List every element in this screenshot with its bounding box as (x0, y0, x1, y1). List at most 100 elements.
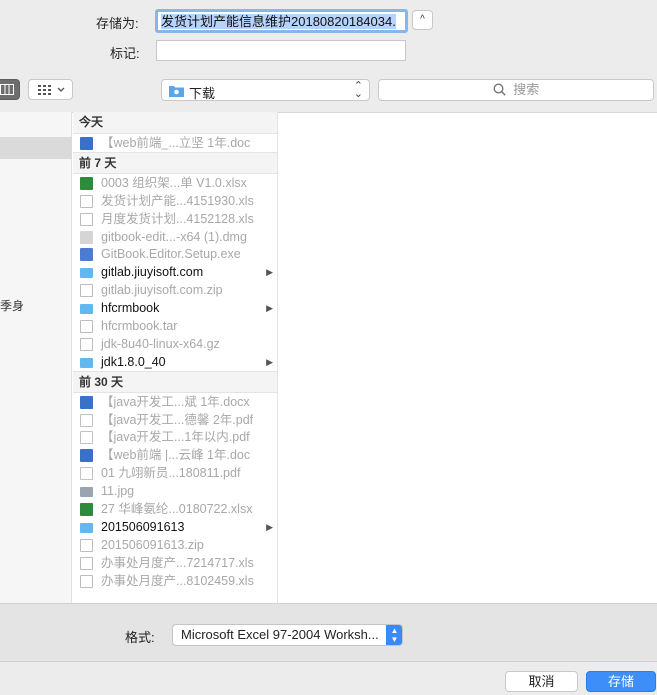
search-icon (493, 83, 506, 96)
file-icon (80, 194, 93, 208)
file-name: 【web前端_...立坚 1年.doc (101, 136, 251, 150)
column-view-icon (0, 84, 14, 95)
pdf-icon (80, 467, 93, 481)
group-header: 前 30 天 (73, 370, 277, 393)
disclosure-arrow-icon: ▶ (266, 303, 273, 314)
cancel-button[interactable]: 取消 (505, 671, 578, 692)
file-row[interactable]: 11.jpg (73, 482, 277, 500)
file-row[interactable]: 27 华峰氨纶...0180722.xlsx (73, 500, 277, 518)
disclosure-arrow-icon: ▶ (266, 267, 273, 278)
arrange-button[interactable] (28, 79, 73, 100)
excel-icon (80, 503, 93, 517)
file-icon (80, 337, 93, 351)
file-row[interactable]: 【web前端 |...云峰 1年.doc (73, 446, 277, 464)
format-label: 格式: (125, 630, 155, 645)
file-name: gitlab.jiuyisoft.com.zip (101, 283, 223, 298)
file-row[interactable]: 【java开发工...德馨 2年.pdf (73, 411, 277, 429)
folder-row[interactable]: jdk1.8.0_40 ▶ (73, 353, 277, 371)
search-field[interactable]: 搜索 (378, 79, 654, 101)
file-row[interactable]: 201506091613.zip (73, 536, 277, 554)
file-name: 【java开发工...斌 1年.docx (101, 394, 250, 409)
expand-dialog-button[interactable]: ^ (412, 10, 433, 30)
file-name: jdk-8u40-linux-x64.gz (101, 336, 220, 351)
exe-icon (80, 248, 93, 262)
file-name: GitBook.Editor.Setup.exe (101, 247, 241, 262)
updown-chevron-icon: ⌃ ⌄ (353, 80, 363, 100)
file-name: 201506091613.zip (101, 537, 204, 552)
tags-field[interactable] (156, 40, 406, 61)
disclosure-arrow-icon: ▶ (266, 356, 273, 367)
image-icon (80, 487, 93, 498)
file-name: 11.jpg (101, 484, 135, 499)
file-name: jdk1.8.0_40 (101, 354, 166, 369)
file-row[interactable]: 办事处月度产...7214717.xls (73, 554, 277, 572)
file-list-column[interactable]: 今天【web前端_...立坚 1年.doc 前 7 天 0003 组织架...单 V… (73, 112, 278, 603)
file-name: 发货计划产能...4151930.xls (101, 193, 254, 208)
folder-icon (80, 304, 93, 315)
save-button[interactable]: 存储 (586, 671, 656, 692)
sidebar-selection[interactable] (0, 137, 72, 159)
file-row[interactable]: gitlab.jiuyisoft.com.zip (73, 281, 277, 299)
file-row[interactable]: jdk-8u40-linux-x64.gz (73, 335, 277, 353)
location-label: 下载 (189, 86, 216, 101)
folder-icon (80, 268, 93, 279)
word-doc-icon (80, 395, 93, 409)
file-icon (80, 574, 93, 588)
pdf-icon (80, 413, 93, 427)
file-row[interactable]: 【java开发工...斌 1年.docx (73, 393, 277, 411)
file-name: 201506091613 (101, 519, 185, 534)
sidebar-partial-label: 季身 (0, 299, 25, 313)
tags-label: 标记: (110, 46, 140, 61)
word-doc-icon (80, 449, 93, 463)
file-row[interactable]: 发货计划产能...4151930.xls (73, 192, 277, 210)
chevron-down-icon (57, 87, 65, 92)
file-name: hfcrmbook.tar (101, 319, 178, 334)
file-name: 27 华峰氨纶...0180722.xlsx (101, 502, 253, 517)
location-popup[interactable]: 下载 ⌃ ⌄ (161, 79, 370, 101)
file-name: 【java开发工...德馨 2年.pdf (101, 412, 254, 427)
file-row[interactable]: gitbook-edit...-x64 (1).dmg (73, 228, 277, 246)
file-name: 办事处月度产...8102459.xls (101, 573, 254, 588)
file-name: 办事处月度产...7214717.xls (101, 555, 254, 570)
search-placeholder: 搜索 (513, 82, 540, 97)
folder-row[interactable]: hfcrmbook ▶ (73, 299, 277, 317)
file-name: gitbook-edit...-x64 (1).dmg (101, 229, 247, 244)
file-row[interactable]: 01 九翊新员...180811.pdf (73, 464, 277, 482)
format-popup[interactable]: Microsoft Excel 97-2004 Worksh... ▲ ▼ (172, 624, 403, 646)
file-icon (80, 556, 93, 570)
file-icon (80, 538, 93, 552)
file-icon (80, 212, 93, 226)
sidebar-column[interactable] (0, 112, 72, 603)
grid-icon (38, 85, 51, 95)
save-as-label: 存储为: (96, 16, 139, 31)
file-name: 0003 组织架...单 V1.0.xlsx (101, 175, 247, 190)
file-row[interactable]: 办事处月度产...8102459.xls (73, 572, 277, 590)
group-header: 今天 (73, 112, 277, 134)
file-name: gitlab.jiuyisoft.com (101, 265, 204, 280)
file-name: 【java开发工...1年以内.pdf (101, 430, 250, 445)
column-view-button[interactable] (0, 79, 20, 100)
save-as-field[interactable]: 发货计划产能信息维护20180820184034. (155, 9, 408, 33)
group-header: 前 7 天 (73, 151, 277, 174)
downloads-folder-icon (169, 86, 184, 97)
file-name: 月度发货计划...4152128.xls (101, 211, 254, 226)
file-icon (80, 320, 93, 334)
word-doc-icon (80, 137, 93, 150)
disclosure-arrow-icon: ▶ (266, 521, 273, 532)
save-as-value: 发货计划产能信息维护20180820184034. (161, 14, 396, 29)
folder-row[interactable]: gitlab.jiuyisoft.com ▶ (73, 263, 277, 281)
folder-icon (80, 357, 93, 368)
file-row[interactable]: 0003 组织架...单 V1.0.xlsx (73, 174, 277, 192)
folder-icon (80, 522, 93, 533)
format-value: Microsoft Excel 97-2004 Worksh... (181, 627, 379, 642)
file-row[interactable]: 【web前端_...立坚 1年.doc (73, 134, 277, 152)
file-row[interactable]: GitBook.Editor.Setup.exe (73, 245, 277, 263)
file-name: 01 九翊新员...180811.pdf (101, 466, 241, 481)
file-row[interactable]: 【java开发工...1年以内.pdf (73, 428, 277, 446)
file-row[interactable]: hfcrmbook.tar (73, 317, 277, 335)
file-row[interactable]: 月度发货计划...4152128.xls (73, 210, 277, 228)
folder-row[interactable]: 201506091613 ▶ (73, 518, 277, 536)
file-icon (80, 284, 93, 298)
pdf-icon (80, 431, 93, 445)
file-name: hfcrmbook (101, 301, 160, 316)
